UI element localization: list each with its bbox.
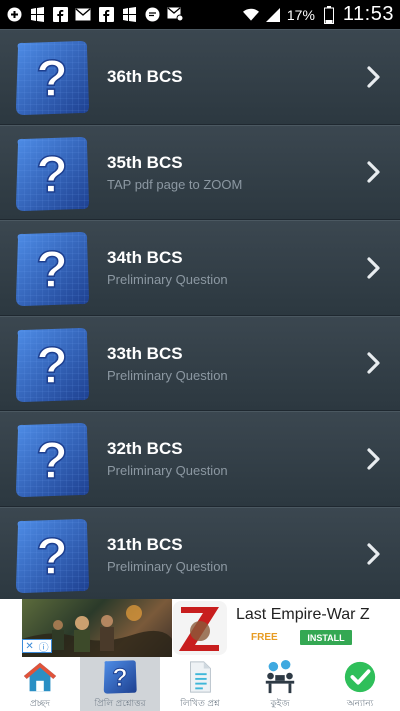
install-button[interactable]: INSTALL	[300, 630, 352, 645]
svg-text:?: ?	[36, 528, 68, 586]
row-subtitle: Preliminary Question	[107, 272, 228, 288]
row-subtitle: Preliminary Question	[107, 463, 228, 479]
row-text: 35th BCS TAP pdf page to ZOOM	[107, 126, 242, 220]
battery-icon	[321, 5, 337, 24]
list-item-35th-bcs[interactable]: ? 35th BCS TAP pdf page to ZOOM	[0, 124, 400, 220]
nav-label: অন্যান্য	[346, 698, 374, 708]
screen: 17% 11:53 ? 36th BCS ? 35th BCS TAP pdf …	[0, 0, 400, 711]
bcs-list: ? 36th BCS ? 35th BCS TAP pdf page to ZO…	[0, 29, 400, 599]
nav-label: প্রচ্ছদ	[30, 698, 50, 708]
mail-icon	[75, 7, 91, 23]
chevron-right-icon	[367, 161, 380, 183]
chevron-right-icon	[367, 66, 380, 88]
wifi-icon	[242, 7, 259, 23]
svg-text:?: ?	[112, 664, 127, 692]
chevron-right-icon	[367, 257, 380, 279]
row-subtitle: Preliminary Question	[107, 367, 228, 383]
chevron-right-icon	[367, 543, 380, 565]
ad-app-icon[interactable]	[173, 601, 227, 655]
document-icon	[190, 661, 211, 693]
list-item-32th-bcs[interactable]: ? 32th BCS Preliminary Question	[0, 411, 400, 507]
windows-icon	[29, 7, 45, 23]
row-subtitle: TAP pdf page to ZOOM	[107, 176, 243, 192]
info-icon[interactable]: ⓘ	[39, 639, 49, 654]
question-icon: ?	[16, 136, 89, 211]
facebook-icon	[98, 7, 114, 23]
row-text: 32th BCS Preliminary Question	[107, 412, 228, 506]
system-status: 17% 11:53	[242, 3, 394, 26]
mail-icon	[167, 7, 183, 23]
chevron-right-icon	[367, 352, 380, 374]
status-bar: 17% 11:53	[0, 0, 400, 29]
question-icon: ?	[16, 41, 89, 115]
svg-text:?: ?	[36, 241, 68, 299]
row-text: 36th BCS	[107, 30, 183, 124]
svg-text:?: ?	[36, 432, 68, 490]
facebook-icon	[52, 7, 68, 23]
question-icon: ?	[16, 327, 89, 402]
ad-title[interactable]: Last Empire-War Z	[236, 606, 370, 624]
row-text: 33th BCS Preliminary Question	[107, 317, 228, 411]
plus-circle-icon	[6, 7, 22, 23]
row-title: 33th BCS	[107, 343, 183, 363]
ad-banner[interactable]: ✕ ⓘ Last Empire-War Z FREE INSTALL	[0, 599, 400, 657]
nav-item-others[interactable]: অন্যান্য	[320, 657, 400, 711]
list-item-33th-bcs[interactable]: ? 33th BCS Preliminary Question	[0, 315, 400, 411]
row-text: 31th BCS Preliminary Question	[107, 508, 228, 600]
svg-text:?: ?	[36, 337, 68, 395]
list-item-34th-bcs[interactable]: ? 34th BCS Preliminary Question	[0, 220, 400, 316]
list-item-31th-bcs[interactable]: ? 31th BCS Preliminary Question	[0, 506, 400, 600]
close-icon[interactable]: ✕	[25, 641, 33, 652]
row-title: 35th BCS	[107, 152, 183, 172]
home-icon	[23, 662, 57, 692]
list-item-36th-bcs[interactable]: ? 36th BCS	[0, 29, 400, 125]
chat-icon	[144, 7, 160, 23]
nav-item-home[interactable]: প্রচ্ছদ	[0, 657, 80, 711]
svg-text:?: ?	[36, 50, 68, 108]
question-icon: ?	[16, 518, 89, 593]
ad-choices-badge[interactable]: ✕ ⓘ	[22, 639, 52, 654]
bottom-nav: প্রচ্ছদ ? প্রিলি প্রশ্নোত্তর লিখিত প্রশ্…	[0, 657, 400, 711]
nav-label: প্রিলি প্রশ্নোত্তর	[94, 698, 146, 708]
battery-percent: 17%	[286, 6, 315, 23]
nav-label: লিখিত প্রশ্ন	[180, 698, 220, 708]
question-icon: ?	[103, 660, 137, 694]
nav-item-preliminary[interactable]: ? প্রিলি প্রশ্নোত্তর	[80, 657, 160, 711]
row-title: 36th BCS	[107, 66, 183, 86]
clock: 11:53	[342, 3, 394, 25]
check-icon	[344, 661, 376, 693]
svg-text:?: ?	[36, 146, 68, 204]
row-text: 34th BCS Preliminary Question	[107, 221, 228, 315]
row-title: 34th BCS	[107, 248, 183, 268]
signal-icon	[265, 7, 281, 23]
chevron-right-icon	[367, 448, 380, 470]
row-title: 31th BCS	[107, 534, 183, 554]
nav-label: কুইজ	[270, 698, 290, 708]
row-subtitle: Preliminary Question	[107, 558, 228, 574]
row-title: 32th BCS	[107, 439, 183, 459]
windows-icon	[121, 7, 137, 23]
nav-item-quiz[interactable]: কুইজ	[240, 657, 320, 711]
notification-icons	[6, 7, 183, 23]
ad-price: FREE	[251, 632, 278, 643]
quiz-icon	[265, 659, 295, 694]
nav-item-written[interactable]: লিখিত প্রশ্ন	[160, 657, 240, 711]
question-icon: ?	[16, 423, 89, 497]
question-icon: ?	[16, 232, 89, 306]
